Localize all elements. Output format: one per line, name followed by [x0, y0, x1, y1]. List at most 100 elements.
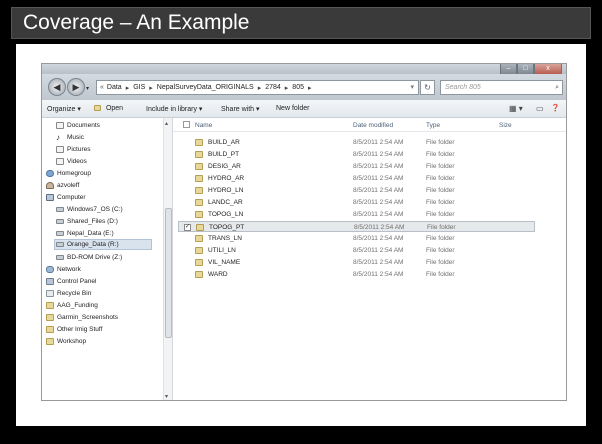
open-button[interactable]: Open [94, 105, 123, 112]
file-type: File folder [426, 211, 455, 218]
breadcrumb-2784[interactable]: 2784 [265, 84, 281, 91]
window-title-bar [42, 64, 566, 74]
file-date: 8/5/2011 2:54 AM [353, 199, 404, 206]
search-input[interactable]: Search 805 ⌕ [440, 80, 563, 95]
file-row[interactable]: TOPOG_LN 8/5/2011 2:54 AM File folder [178, 209, 535, 220]
file-row[interactable]: VIL_NAME 8/5/2011 2:54 AM File folder [178, 257, 535, 268]
new-folder-button[interactable]: New folder [276, 105, 309, 112]
breadcrumb-overflow-icon[interactable]: « [100, 84, 104, 91]
file-name: HYDRO_AR [208, 175, 245, 182]
nav-item-documents[interactable]: Documents [56, 120, 100, 131]
folder-icon [196, 224, 204, 231]
file-row[interactable]: BUILD_AR 8/5/2011 2:54 AM File folder [178, 137, 535, 148]
address-bar[interactable]: « Data ▸ GIS ▸ NepalSurveyData_ORIGINALS… [96, 80, 419, 95]
recycle-bin-icon [46, 290, 54, 297]
refresh-button[interactable]: ↻ [420, 80, 435, 95]
file-name: HYDRO_LN [208, 187, 244, 194]
nav-item-homegroup[interactable]: Homegroup [46, 168, 91, 179]
nav-item-label: Documents [67, 122, 100, 129]
breadcrumb-separator-icon[interactable]: ▸ [285, 84, 289, 92]
file-row[interactable]: LANDC_AR 8/5/2011 2:54 AM File folder [178, 197, 535, 208]
hard-drive-icon [56, 231, 64, 236]
column-size[interactable]: Size [499, 122, 512, 129]
nav-item-aag-funding[interactable]: AAG_Funding [46, 300, 98, 311]
folder-icon [195, 187, 203, 194]
file-name: BUILD_PT [208, 151, 240, 158]
network-icon [46, 266, 54, 273]
breadcrumb-separator-icon[interactable]: ▸ [258, 84, 262, 92]
breadcrumb-nepalsurveydata[interactable]: NepalSurveyData_ORIGINALS [157, 84, 254, 91]
breadcrumb-separator-icon[interactable]: ▸ [149, 84, 153, 92]
search-icon[interactable]: ⌕ [555, 81, 559, 94]
help-icon[interactable]: ❓ [551, 104, 560, 112]
nav-item-drive-d[interactable]: Shared_Files (D:) [56, 216, 118, 227]
videos-icon [56, 158, 64, 165]
breadcrumb-data[interactable]: Data [107, 84, 122, 91]
select-all-checkbox[interactable] [183, 121, 190, 128]
scroll-down-icon[interactable]: ▾ [165, 393, 168, 400]
open-folder-icon [94, 105, 101, 112]
nav-item-other-imig-stuff[interactable]: Other Imig Stuff [46, 324, 102, 335]
forward-button[interactable]: ▶ [67, 78, 85, 96]
file-row[interactable]: UTILI_LN 8/5/2011 2:54 AM File folder [178, 245, 535, 256]
row-checkbox[interactable]: ✓ [184, 224, 191, 231]
file-name: BUILD_AR [208, 139, 240, 146]
file-row[interactable]: HYDRO_AR 8/5/2011 2:54 AM File folder [178, 173, 535, 184]
nav-item-drive-r[interactable]: Orange_Data (R:) [54, 239, 152, 250]
file-row[interactable]: HYDRO_LN 8/5/2011 2:54 AM File folder [178, 185, 535, 196]
hard-drive-icon [56, 207, 64, 212]
include-in-library-menu[interactable]: Include in library ▾ [146, 105, 202, 113]
breadcrumb-gis[interactable]: GIS [133, 84, 145, 91]
pictures-icon [56, 146, 64, 153]
file-row[interactable]: WARD 8/5/2011 2:54 AM File folder [178, 269, 535, 280]
nav-scrollbar[interactable]: ▴ ▾ [163, 118, 172, 400]
nav-item-workshop[interactable]: Workshop [46, 336, 86, 347]
documents-icon [56, 122, 64, 129]
nav-item-drive-z[interactable]: BD-ROM Drive (Z:) [56, 252, 122, 263]
column-date-modified[interactable]: Date modified [353, 122, 393, 129]
nav-item-label: Orange_Data (R:) [67, 241, 119, 248]
slide-title-bar: Coverage – An Example [11, 7, 591, 39]
breadcrumb-805[interactable]: 805 [292, 84, 304, 91]
nav-item-videos[interactable]: Videos [56, 156, 87, 167]
nav-item-network[interactable]: Network [46, 264, 81, 275]
column-name[interactable]: Name [195, 122, 212, 129]
scroll-thumb[interactable] [165, 208, 172, 338]
organize-menu[interactable]: Organize ▾ [47, 105, 81, 113]
nav-item-pictures[interactable]: Pictures [56, 144, 90, 155]
nav-item-control-panel[interactable]: Control Panel [46, 276, 96, 287]
file-name: TOPOG_PT [209, 224, 245, 231]
nav-item-recycle-bin[interactable]: Recycle Bin [46, 288, 91, 299]
file-name: UTILI_LN [208, 247, 236, 254]
slide: Coverage – An Example – □ x ◀ ▶ ▾ « Data… [0, 0, 602, 444]
nav-item-garmin-screenshots[interactable]: Garmin_Screenshots [46, 312, 118, 323]
nav-item-label: Homegroup [57, 170, 91, 177]
nav-item-drive-c[interactable]: Windows7_OS (C:) [56, 204, 123, 215]
column-type[interactable]: Type [426, 122, 440, 129]
nav-item-label: azvoleff [57, 182, 80, 189]
address-dropdown-icon[interactable]: ▾ [410, 83, 414, 91]
preview-pane-icon[interactable]: ▭ [536, 104, 544, 113]
file-row[interactable]: DESIG_AR 8/5/2011 2:54 AM File folder [178, 161, 535, 172]
nav-item-music[interactable]: ♪ Music [56, 132, 84, 143]
share-with-menu[interactable]: Share with ▾ [221, 105, 260, 113]
back-button[interactable]: ◀ [48, 78, 66, 96]
folder-icon [195, 163, 203, 170]
nav-item-user[interactable]: azvoleff [46, 180, 79, 191]
file-type: File folder [426, 175, 455, 182]
file-row[interactable]: TRANS_LN 8/5/2011 2:54 AM File folder [178, 233, 535, 244]
recent-pages-icon[interactable]: ▾ [86, 85, 89, 92]
folder-icon [195, 271, 203, 278]
nav-item-drive-e[interactable]: Nepal_Data (E:) [56, 228, 114, 239]
scroll-up-icon[interactable]: ▴ [165, 120, 168, 127]
file-row[interactable]: BUILD_PT 8/5/2011 2:54 AM File folder [178, 149, 535, 160]
nav-item-label: Other Imig Stuff [57, 326, 103, 333]
folder-icon [195, 199, 203, 206]
breadcrumb-separator-icon[interactable]: ▸ [308, 84, 312, 92]
user-icon [46, 182, 54, 189]
file-type: File folder [426, 139, 455, 146]
breadcrumb-separator-icon[interactable]: ▸ [126, 84, 130, 92]
file-row-selected[interactable]: ✓ TOPOG_PT 8/5/2011 2:54 AM File folder [178, 221, 535, 232]
views-icon[interactable]: ▦ ▾ [509, 104, 523, 113]
nav-item-computer[interactable]: Computer [46, 192, 86, 203]
